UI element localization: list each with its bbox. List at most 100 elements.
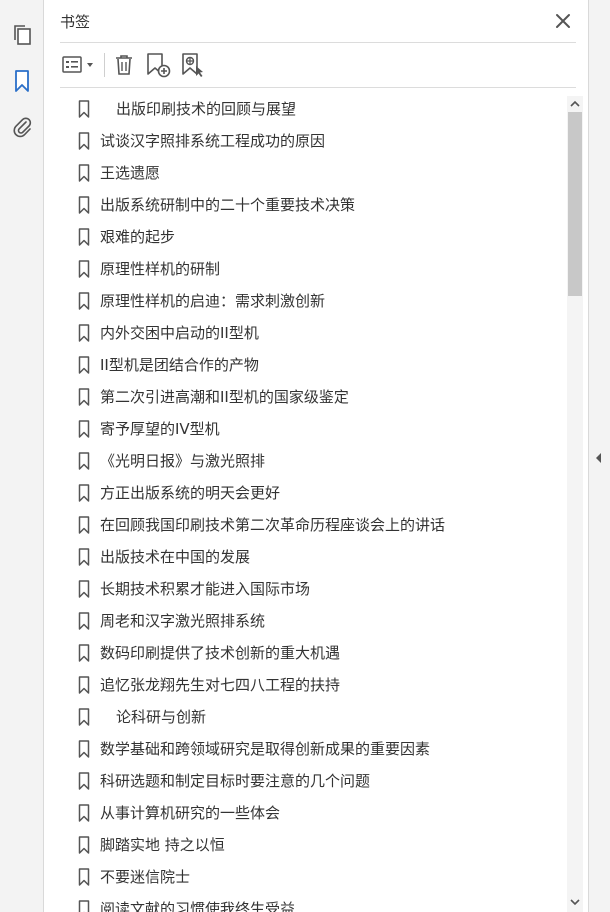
bookmark-icon: [78, 484, 90, 502]
bookmark-label: 数学基础和跨领域研究是取得创新成果的重要因素: [100, 740, 431, 758]
delete-icon: [116, 55, 132, 75]
bookmark-icon: [78, 900, 90, 912]
bookmark-item[interactable]: 出版技术在中国的发展: [44, 541, 568, 573]
bookmark-icon: [78, 868, 90, 886]
toolbar-divider: [60, 87, 576, 88]
bookmark-label: 在回顾我国印刷技术第二次革命历程座谈会上的讲话: [100, 516, 446, 534]
bookmark-item[interactable]: 艰难的起步: [44, 221, 568, 253]
bookmark-item[interactable]: 周老和汉字激光照排系统: [44, 605, 568, 637]
bookmark-label: 出版印刷技术的回顾与展望: [116, 100, 297, 118]
new-bookmark-from-structure-icon: [182, 53, 203, 77]
bookmark-icon: [78, 196, 90, 214]
bookmark-label: 原理性样机的启迪：需求刺激创新: [100, 292, 326, 310]
bookmark-label: 追忆张龙翔先生对七四八工程的扶持: [100, 676, 341, 694]
bookmark-label: II型机是团结合作的产物: [100, 356, 259, 374]
scroll-down-icon[interactable]: [567, 894, 583, 910]
bookmark-icon: [78, 644, 90, 662]
bookmark-label: 试谈汉字照排系统工程成功的原因: [100, 132, 326, 150]
bookmark-icon: [78, 388, 90, 406]
bookmark-item[interactable]: 从事计算机研究的一些体会: [44, 797, 568, 829]
navigation-rail: [0, 0, 44, 912]
options-menu-button[interactable]: [60, 51, 98, 79]
panel-title: 书签: [60, 13, 91, 31]
bookmark-label: 出版系统研制中的二十个重要技术决策: [100, 196, 356, 214]
bookmark-icon: [78, 772, 90, 790]
bookmark-icon: [78, 740, 90, 758]
bookmark-label: 从事计算机研究的一些体会: [100, 804, 281, 822]
bookmark-icon[interactable]: [8, 67, 36, 95]
bookmark-item[interactable]: 原理性样机的启迪：需求刺激创新: [44, 285, 568, 317]
bookmark-icon: [78, 580, 90, 598]
bookmark-label: 数码印刷提供了技术创新的重大机遇: [100, 644, 341, 662]
bookmark-item[interactable]: 出版印刷技术的回顾与展望: [44, 93, 568, 125]
bookmark-label: 原理性样机的研制: [100, 260, 221, 278]
bookmark-icon: [78, 356, 90, 374]
bookmarks-panel: 书签 出版印刷技术的回顾与展望 试谈汉字照排系统工程成功的原因 王选遗愿 出版系…: [44, 0, 588, 912]
bookmark-item[interactable]: 不要迷信院士: [44, 861, 568, 893]
bookmark-item[interactable]: 出版系统研制中的二十个重要技术决策: [44, 189, 568, 221]
bookmark-item[interactable]: 长期技术积累才能进入国际市场: [44, 573, 568, 605]
bookmark-label: 寄予厚望的IV型机: [100, 420, 220, 438]
bookmark-item[interactable]: 寄予厚望的IV型机: [44, 413, 568, 445]
new-bookmark-icon: [147, 53, 171, 78]
options-menu-icon: [62, 56, 93, 73]
bookmark-label: 出版技术在中国的发展: [100, 548, 251, 566]
bookmark-icon: [78, 676, 90, 694]
bookmark-label: 长期技术积累才能进入国际市场: [100, 580, 311, 598]
bookmark-item[interactable]: 追忆张龙翔先生对七四八工程的扶持: [44, 669, 568, 701]
bookmark-item[interactable]: 在回顾我国印刷技术第二次革命历程座谈会上的讲话: [44, 509, 568, 541]
bookmark-item[interactable]: 原理性样机的研制: [44, 253, 568, 285]
bookmark-icon: [78, 164, 90, 182]
bookmark-item[interactable]: 数学基础和跨领域研究是取得创新成果的重要因素: [44, 733, 568, 765]
new-bookmark-button[interactable]: [144, 51, 172, 79]
bookmark-label: 内外交困中启动的II型机: [100, 324, 259, 342]
bookmark-item[interactable]: 数码印刷提供了技术创新的重大机遇: [44, 637, 568, 669]
bookmark-label: 论科研与创新: [116, 708, 207, 726]
scrollbar-thumb[interactable]: [568, 112, 582, 296]
bookmark-icon: [78, 548, 90, 566]
bookmark-toolbar: [44, 43, 588, 87]
bookmark-label: 方正出版系统的明天会更好: [100, 484, 281, 502]
bookmark-item[interactable]: 阅读文献的习惯使我终生受益: [44, 893, 568, 912]
bookmark-icon: [78, 612, 90, 630]
bookmark-icon: [78, 420, 90, 438]
bookmark-item[interactable]: II型机是团结合作的产物: [44, 349, 568, 381]
bookmark-list: 出版印刷技术的回顾与展望试谈汉字照排系统工程成功的原因 王选遗愿出版系统研制中的二…: [44, 93, 568, 912]
bookmark-icon: [78, 292, 90, 310]
pages-icon[interactable]: [8, 21, 36, 49]
bookmark-icon: [78, 836, 90, 854]
bookmark-item[interactable]: 《光明日报》与激光照排: [44, 445, 568, 477]
bookmark-item[interactable]: 科研选题和制定目标时要注意的几个问题: [44, 765, 568, 797]
bookmark-icon: [78, 132, 90, 150]
new-bookmark-from-structure-button[interactable]: [178, 51, 206, 79]
bookmark-label: 周老和汉字激光照排系统: [100, 612, 266, 630]
toolbar-separator: [104, 53, 105, 77]
bookmark-label: 艰难的起步: [100, 228, 176, 246]
bookmark-icon: [78, 100, 90, 118]
bookmark-label: 脚踏实地 持之以恒: [100, 836, 225, 854]
bookmark-item[interactable]: 脚踏实地 持之以恒: [44, 829, 568, 861]
bookmark-icon: [78, 452, 90, 470]
bookmark-icon: [78, 708, 90, 726]
delete-button[interactable]: [110, 51, 138, 79]
bookmark-label: 科研选题和制定目标时要注意的几个问题: [100, 772, 371, 790]
close-icon[interactable]: [552, 10, 574, 32]
bookmark-label: 阅读文献的习惯使我终生受益: [100, 900, 296, 912]
bookmark-item[interactable]: 试谈汉字照排系统工程成功的原因: [44, 125, 568, 157]
bookmark-label: 第二次引进高潮和II型机的国家级鉴定: [100, 388, 349, 406]
panel-header: 书签: [44, 0, 588, 42]
bookmark-icon: [78, 260, 90, 278]
bookmark-item[interactable]: 第二次引进高潮和II型机的国家级鉴定: [44, 381, 568, 413]
bookmark-item[interactable]: 方正出版系统的明天会更好: [44, 477, 568, 509]
bookmark-icon: [78, 804, 90, 822]
bookmark-item[interactable]: 论科研与创新: [44, 701, 568, 733]
bookmark-label: 不要迷信院士: [100, 868, 191, 886]
collapse-panel-icon[interactable]: [593, 450, 605, 466]
bookmark-item[interactable]: 王选遗愿: [44, 157, 568, 189]
bookmark-label: 《光明日报》与激光照排: [100, 452, 266, 470]
scroll-up-icon[interactable]: [567, 96, 583, 112]
bookmark-item[interactable]: 内外交困中启动的II型机: [44, 317, 568, 349]
attachment-icon[interactable]: [8, 113, 36, 141]
bookmark-label: 王选遗愿: [100, 164, 161, 182]
bookmark-icon: [78, 516, 90, 534]
